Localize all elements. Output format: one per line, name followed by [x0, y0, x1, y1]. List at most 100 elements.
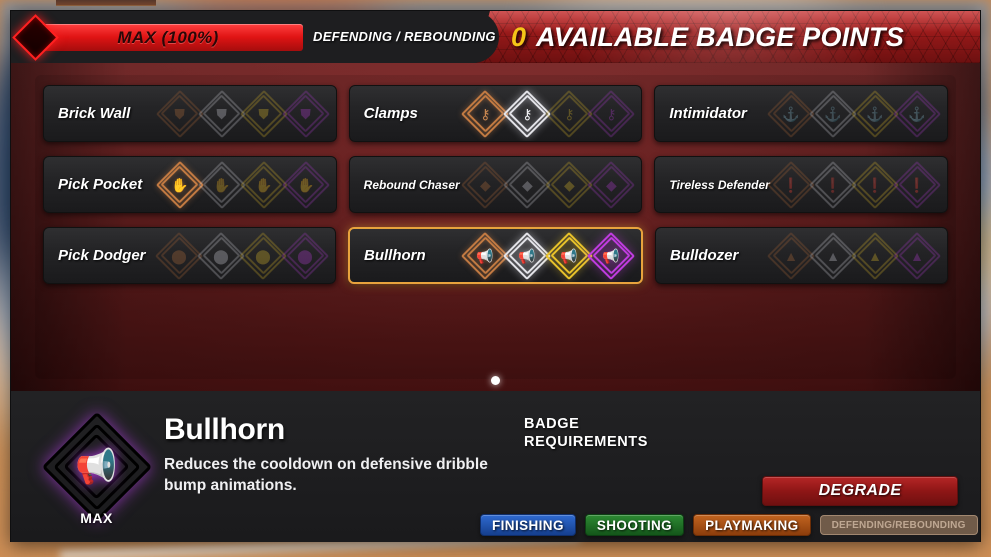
badge-tier-silver-dim: ⬤	[196, 231, 246, 280]
badge-card-clamps[interactable]: Clamps ⚷ ⚷ ⚷ ⚷	[348, 85, 643, 142]
tier-badge-icon: 📢	[602, 247, 620, 264]
bullhorn-icon: 📢	[75, 447, 118, 486]
panel-header: MAX (100%) DEFENDING / REBOUNDING 0 AVAI…	[11, 11, 980, 63]
badge-tier-bronze-dim: ⛊	[155, 89, 204, 138]
available-points-label: AVAILABLE BADGE POINTS	[536, 21, 904, 52]
badge-tier-hof-dim: ▲	[892, 231, 942, 280]
badge-tier-hof-dim: ⚓	[892, 89, 942, 138]
badge-card-brick-wall[interactable]: Brick Wall ⛊ ⛊ ⛊ ⛊	[43, 85, 337, 142]
page-dot[interactable]	[491, 376, 500, 385]
active-category-label: DEFENDING / REBOUNDING	[313, 29, 496, 44]
badge-tier-silver-lit: 📢	[502, 231, 552, 280]
badge-requirements-block: BADGE REQUIREMENTS DEGRADE	[524, 405, 962, 528]
badge-card-name: Clamps	[363, 105, 418, 122]
page-indicator[interactable]	[11, 376, 980, 385]
tier-badge-icon: ⬤	[297, 247, 313, 264]
tier-badge-icon: ⛊	[300, 105, 311, 122]
badge-tier-row: ⚓ ⚓ ⚓ ⚓	[766, 89, 942, 138]
badge-tier-hof-dim: ⛊	[281, 89, 330, 138]
detail-badge-tier-label: MAX	[80, 510, 113, 526]
badge-tier-gold-dim: ⬤	[238, 231, 288, 280]
tier-badge-icon: ⚷	[564, 105, 575, 122]
badge-tier-row: ✋ ✋ ✋ ✋	[155, 160, 330, 209]
category-tab-defending[interactable]: DEFENDING/REBOUNDING	[819, 515, 978, 535]
tier-badge-icon: ❗	[782, 176, 800, 193]
badge-tier-row: ⚷ ⚷ ⚷ ⚷	[461, 89, 636, 138]
badge-tier-gold-dim: ✋	[239, 160, 288, 209]
tier-badge-icon: ◆	[563, 176, 575, 193]
badge-tier-row: ▲ ▲ ▲ ▲	[766, 231, 942, 280]
badge-tier-row: 📢 📢 📢 📢	[460, 231, 636, 280]
badge-panel: MAX (100%) DEFENDING / REBOUNDING 0 AVAI…	[10, 10, 981, 542]
badge-tier-silver-dim: ⛊	[197, 89, 246, 138]
badge-tier-gold-dim: ⚓	[850, 89, 900, 138]
badge-tier-row: ⬤ ⬤ ⬤ ⬤	[154, 231, 330, 280]
badge-tier-silver-dim: ⚓	[808, 89, 858, 138]
badge-card-name: Pick Pocket	[58, 176, 143, 193]
tier-badge-icon: ✋	[170, 176, 189, 193]
badge-tier-gold-dim: ❗	[850, 160, 900, 209]
tier-badge-icon: ✋	[254, 176, 273, 193]
badge-requirements-line-1: BADGE	[524, 416, 580, 432]
badge-tier-hof-lit: 📢	[586, 231, 636, 280]
category-tab-finishing[interactable]: FINISHING	[480, 514, 576, 536]
category-tab-shooting[interactable]: SHOOTING	[584, 514, 685, 536]
badge-tier-row: ◆ ◆ ◆ ◆	[461, 160, 636, 209]
tier-badge-icon: ❗	[824, 176, 842, 193]
badge-requirements-title: BADGE REQUIREMENTS	[524, 415, 962, 451]
badge-row: Pick Dodger ⬤ ⬤ ⬤ ⬤ Bullhorn 📢 📢 📢 📢 Bulldozer ▲ ▲ ▲ ▲	[43, 227, 948, 284]
badge-tier-gold-dim: ⚷	[545, 89, 594, 138]
badge-card-name: Bulldozer	[670, 247, 739, 264]
badge-tier-row: ❗ ❗ ❗ ❗	[766, 160, 942, 209]
tier-badge-icon: ✋	[212, 176, 231, 193]
badge-card-pick-dodger[interactable]: Pick Dodger ⬤ ⬤ ⬤ ⬤	[43, 227, 336, 284]
badge-card-name: Bullhorn	[364, 247, 426, 264]
tier-badge-icon: ⬤	[255, 247, 271, 264]
badge-card-intimidator[interactable]: Intimidator ⚓ ⚓ ⚓ ⚓	[654, 85, 949, 142]
screen: MAX (100%) DEFENDING / REBOUNDING 0 AVAI…	[0, 0, 991, 557]
tier-badge-icon: ▲	[868, 247, 882, 264]
badge-card-name: Pick Dodger	[58, 247, 146, 264]
badge-card-rebound-chaser[interactable]: Rebound Chaser ◆ ◆ ◆ ◆	[348, 156, 643, 213]
category-tab-playmaking[interactable]: PLAYMAKING	[693, 514, 811, 536]
badge-tier-row: ⛊ ⛊ ⛊ ⛊	[155, 89, 330, 138]
tier-badge-icon: 📢	[476, 247, 494, 264]
detail-badge-art: 📢 MAX	[29, 405, 164, 528]
badge-tier-silver-dim: ◆	[503, 160, 552, 209]
badge-card-pick-pocket[interactable]: Pick Pocket ✋ ✋ ✋ ✋	[43, 156, 337, 213]
tier-badge-icon: 📢	[518, 247, 536, 264]
badge-card-name: Rebound Chaser	[363, 177, 460, 192]
tier-badge-icon: 📢	[560, 247, 578, 264]
detail-badge-description: Reduces the cooldown on defensive dribbl…	[164, 456, 488, 494]
degrade-button[interactable]: DEGRADE	[762, 476, 958, 506]
badge-tier-gold-dim: ◆	[545, 160, 594, 209]
available-points: 0 AVAILABLE BADGE POINTS	[511, 11, 966, 63]
badge-row: Brick Wall ⛊ ⛊ ⛊ ⛊ Clamps ⚷ ⚷ ⚷ ⚷ Intimidator ⚓ ⚓ ⚓ ⚓	[43, 85, 949, 142]
badge-card-bullhorn[interactable]: Bullhorn 📢 📢 📢 📢	[348, 227, 643, 284]
badge-tier-silver-lit: ⚷	[503, 89, 552, 138]
badge-card-name: Intimidator	[669, 105, 747, 122]
badge-grid: Brick Wall ⛊ ⛊ ⛊ ⛊ Clamps ⚷ ⚷ ⚷ ⚷ Intimidator ⚓ ⚓ ⚓ ⚓ P…	[35, 75, 956, 379]
progress-diamond-icon	[12, 14, 59, 61]
tier-badge-icon: ❗	[908, 176, 926, 193]
badge-card-tireless-defender[interactable]: Tireless Defender ❗ ❗ ❗ ❗	[654, 156, 949, 213]
badge-tier-bronze-dim: ⬤	[154, 231, 204, 280]
badge-tier-bronze-lit: 📢	[460, 231, 510, 280]
tier-badge-icon: ▲	[910, 247, 924, 264]
tier-badge-icon: ❗	[866, 176, 884, 193]
badge-card-name: Tireless Defender	[669, 177, 770, 192]
tier-badge-icon: ✋	[296, 176, 315, 193]
detail-badge-title: Bullhorn	[164, 413, 285, 446]
tier-badge-icon: ⚷	[606, 105, 617, 122]
badge-tier-hof-dim: ✋	[281, 160, 330, 209]
badge-tier-bronze-lit: ⚷	[461, 89, 510, 138]
badge-tier-bronze-dim: ▲	[766, 231, 816, 280]
detail-badge-diamond: 📢	[41, 411, 152, 522]
detail-text-block: Bullhorn Reduces the cooldown on defensi…	[164, 405, 524, 528]
badge-progress-bar: MAX (100%)	[12, 14, 303, 61]
badge-requirements-line-2: REQUIREMENTS	[524, 434, 649, 451]
badge-card-bulldozer[interactable]: Bulldozer ▲ ▲ ▲ ▲	[655, 227, 948, 284]
badge-tier-hof-dim: ◆	[587, 160, 636, 209]
tier-badge-icon: ⬤	[213, 247, 229, 264]
tier-badge-icon: ▲	[784, 247, 798, 264]
